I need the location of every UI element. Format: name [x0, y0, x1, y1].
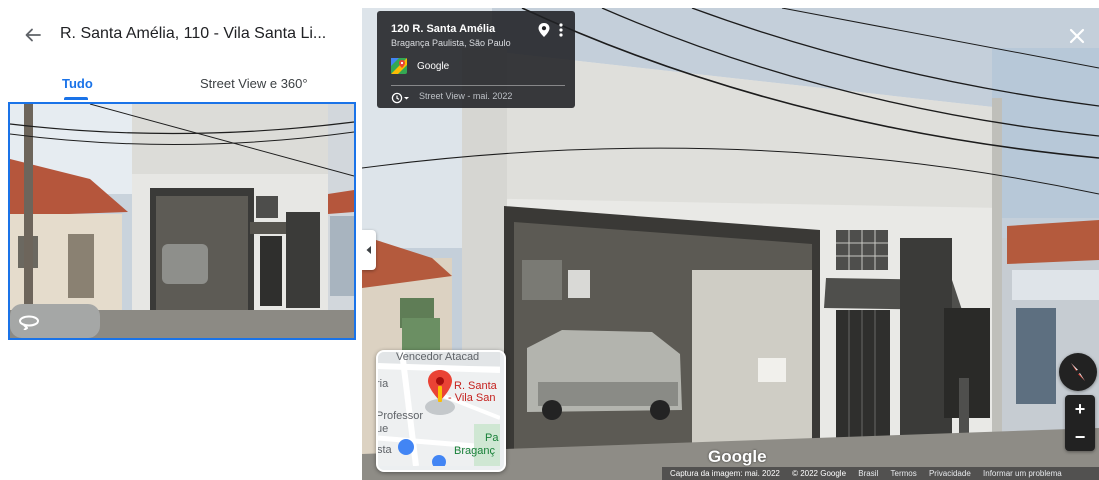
privacy-link[interactable]: Privacidade	[929, 467, 971, 480]
rotate-360-button[interactable]	[18, 314, 44, 336]
attribution-footer: Captura da imagem: mai. 2022 © 2022 Goog…	[662, 467, 1099, 480]
more-vert-icon	[559, 23, 563, 37]
street-view-thumbnail[interactable]	[8, 102, 356, 340]
report-problem-link[interactable]: Informar um problema	[983, 467, 1062, 480]
zoom-out-icon[interactable]: −	[1065, 423, 1095, 451]
close-icon	[1069, 28, 1085, 44]
info-card-divider	[391, 85, 565, 86]
location-pin-button[interactable]	[537, 22, 551, 38]
capture-date-footer: Captura da imagem: mai. 2022	[670, 469, 780, 478]
capture-date: Street View - mai. 2022	[419, 91, 513, 101]
close-button[interactable]	[1065, 24, 1089, 48]
copyright-text: © 2022 Google	[792, 469, 847, 478]
tab-all[interactable]: Tudo	[62, 76, 93, 91]
google-maps-logo-icon	[391, 58, 407, 74]
tab-street-view[interactable]: Street View e 360°	[200, 76, 308, 91]
zoom-in-icon[interactable]: +	[1065, 395, 1095, 423]
mini-map-place-label: R. Santa	[454, 380, 497, 392]
chevron-left-icon	[366, 246, 371, 254]
zoom-control: + −	[1065, 395, 1095, 451]
back-arrow-icon	[25, 28, 41, 42]
clock-history-icon	[391, 92, 409, 104]
active-tab-indicator	[64, 97, 88, 100]
mini-map-label: ria	[376, 378, 389, 390]
back-button[interactable]	[20, 22, 46, 48]
info-card-title: 120 R. Santa Amélia	[391, 23, 496, 35]
terms-link[interactable]: Termos	[891, 467, 917, 480]
mini-map-label: sta	[377, 444, 392, 456]
mini-map-label: Vencedor Atacad	[396, 351, 480, 363]
photo-tabs: Tudo Street View e 360°	[0, 70, 362, 102]
mini-map-label: Pa	[485, 432, 499, 444]
collapse-panel-button[interactable]	[362, 230, 376, 270]
more-options-button[interactable]	[557, 22, 565, 38]
mini-map-place-label: - Vila San	[448, 392, 496, 404]
thumbnail-image	[10, 104, 354, 338]
rotate-360-icon	[19, 315, 39, 330]
compass-button[interactable]	[1059, 353, 1097, 391]
place-title: R. Santa Amélia, 110 - Vila Santa Li...	[60, 25, 327, 42]
info-card-subtitle: Bragança Paulista, São Paulo	[391, 38, 511, 48]
country-link[interactable]: Brasil	[858, 467, 878, 480]
mini-map-label: ue	[376, 423, 389, 435]
side-panel: R. Santa Amélia, 110 - Vila Santa Li... …	[0, 0, 362, 480]
location-info-card: 120 R. Santa Amélia Bragança Paulista, S…	[377, 11, 575, 108]
location-pin-icon	[538, 23, 550, 37]
street-view-viewer[interactable]: 120 R. Santa Amélia Bragança Paulista, S…	[362, 8, 1099, 480]
mini-map[interactable]: Vencedor Atacad ria R. Santa - Vila San …	[376, 350, 506, 472]
mini-map-label: Braganç	[454, 445, 495, 457]
time-travel-button[interactable]	[391, 91, 413, 104]
mini-map-label: Professor	[376, 410, 424, 422]
panel-header: R. Santa Amélia, 110 - Vila Santa Li...	[0, 0, 362, 70]
compass-icon	[1071, 363, 1085, 381]
provider-label: Google	[417, 61, 450, 72]
google-watermark: Google	[708, 447, 767, 466]
